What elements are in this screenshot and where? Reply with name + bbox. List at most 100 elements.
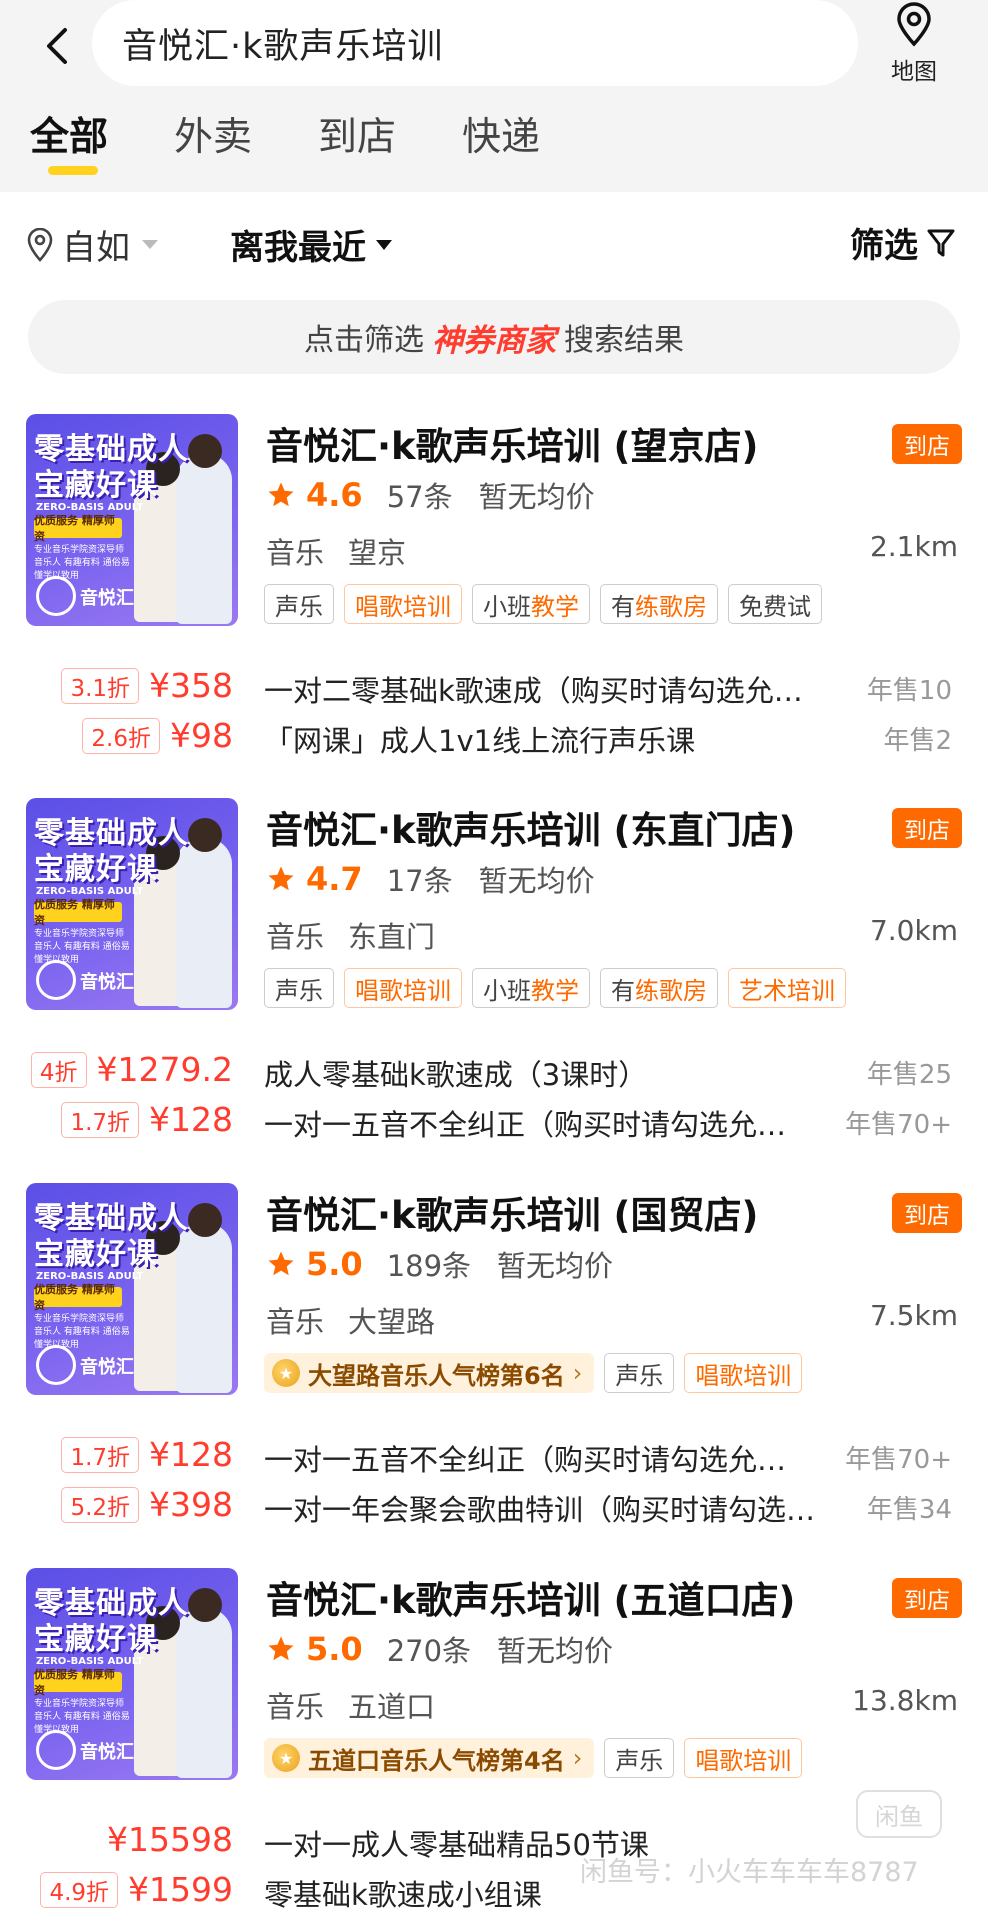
shop-tag: 声乐 <box>604 1353 675 1393</box>
tag-row: 声乐 唱歌培训 小班 教学有练歌房 艺术培训 <box>264 968 856 1008</box>
deal-price-block: ¥15598 <box>107 1820 233 1859</box>
shop-distance: 13.8km <box>852 1684 958 1717</box>
search-query: 音悦汇·k歌声乐培训 <box>122 26 444 67</box>
chevron-right-icon: › <box>572 1744 583 1772</box>
rating-row: 4.6 57条 暂无均价 <box>266 474 595 516</box>
deal-title: 「网课」成人1v1线上流行声乐课 <box>264 724 696 758</box>
banner-prefix: 点击筛选 <box>304 323 424 358</box>
brand-logo-icon <box>36 960 76 1000</box>
thumbnail-title-line2: 宝藏好课 <box>34 468 158 503</box>
shop-name[interactable]: 音悦汇·k歌声乐培训 (望京店) <box>266 416 758 470</box>
star-icon <box>268 1251 294 1276</box>
rating-value: 4.7 <box>306 860 363 898</box>
deal-price: ¥15598 <box>107 1820 233 1859</box>
annual-sales: 年售70+ <box>845 1445 952 1475</box>
shop-name[interactable]: 音悦汇·k歌声乐培训 (五道口店) <box>266 1570 795 1624</box>
star-icon <box>268 1636 294 1661</box>
tab-in-store[interactable]: 到店 <box>318 110 396 180</box>
thumbnail-title-line2: 宝藏好课 <box>34 852 158 887</box>
coupon-merchant-banner[interactable]: 点击筛选 神券商家 搜索结果 <box>28 300 960 374</box>
shop-area: 五道口 <box>348 1690 436 1724</box>
thumbnail-tag: 优质服务 精厚师资 <box>34 1283 122 1312</box>
category-row: 音乐 望京 <box>266 530 406 572</box>
tab-all[interactable]: 全部 <box>30 110 108 180</box>
rating-value: 5.0 <box>306 1630 363 1668</box>
shop-tag: 艺术培训 <box>728 968 846 1008</box>
shop-thumbnail[interactable]: 零基础成人 宝藏好课 ZERO-BASIS ADULT 优质服务 精厚师资 专业… <box>26 1183 238 1395</box>
deal-row[interactable]: 3.1折 ¥358 一对二零基础k歌速成（购买时请勾选允… 年售10 <box>0 666 988 716</box>
category-row: 音乐 五道口 <box>266 1684 435 1726</box>
deal-price-block: 3.1折 ¥358 <box>61 666 233 705</box>
tag-text: 唱歌培训 <box>355 976 451 1005</box>
thumbnail-logo-text: 音悦汇 <box>80 588 134 609</box>
thumbnail-figure-head <box>188 434 222 468</box>
map-label: 地图 <box>891 59 937 85</box>
shop-tag: 有练歌房 <box>600 968 718 1008</box>
banner-brand: 神券商家 <box>432 322 556 359</box>
search-input[interactable]: 音悦汇·k歌声乐培训 <box>92 0 858 86</box>
rating-value: 5.0 <box>306 1245 363 1283</box>
funnel-icon <box>927 229 955 256</box>
popularity-rank-tag[interactable]: ★ 五道口音乐人气榜第4名 › <box>264 1738 595 1778</box>
map-button[interactable]: 地图 <box>884 2 944 90</box>
caret-down-icon <box>376 239 392 250</box>
shop-thumbnail[interactable]: 零基础成人 宝藏好课 ZERO-BASIS ADULT 优质服务 精厚师资 专业… <box>26 414 238 626</box>
deal-row[interactable]: 1.7折 ¥128 一对一五音不全纠正（购买时请勾选允… 年售70+ <box>0 1100 988 1150</box>
medal-icon: ★ <box>272 1744 300 1772</box>
average-price: 暂无均价 <box>497 1634 614 1668</box>
thumbnail-figure-head <box>188 1203 222 1237</box>
tab-takeout[interactable]: 外卖 <box>174 110 252 180</box>
deal-row[interactable]: 4折 ¥1279.2 成人零基础k歌速成（3课时） 年售25 <box>0 1050 988 1100</box>
thumbnail-logo-text: 音悦汇 <box>80 972 134 993</box>
tab-delivery[interactable]: 快递 <box>462 110 540 180</box>
deal-price: ¥1599 <box>128 1870 233 1909</box>
popularity-rank-tag[interactable]: ★ 大望路音乐人气榜第6名 › <box>264 1353 595 1393</box>
screen-filter-button[interactable]: 筛选 <box>850 218 956 267</box>
back-button[interactable] <box>30 20 82 72</box>
discount-badge: 2.6折 <box>82 717 160 754</box>
in-store-badge: 到店 <box>892 1193 962 1233</box>
tag-text: 唱歌培训 <box>695 1361 792 1390</box>
discount-badge: 4折 <box>30 1051 87 1088</box>
tag-prefix: 小班 <box>483 976 531 1005</box>
shop-card[interactable]: 零基础成人 宝藏好课 ZERO-BASIS ADULT 优质服务 精厚师资 专业… <box>0 798 988 1183</box>
shop-card[interactable]: 零基础成人 宝藏好课 ZERO-BASIS ADULT 优质服务 精厚师资 专业… <box>0 1183 988 1568</box>
average-price: 暂无均价 <box>478 864 595 898</box>
brand-logo-icon <box>36 1345 76 1385</box>
thumbnail-logo-text: 音悦汇 <box>80 1742 134 1763</box>
chevron-right-icon: › <box>572 1359 583 1387</box>
shop-thumbnail[interactable]: 零基础成人 宝藏好课 ZERO-BASIS ADULT 优质服务 精厚师资 专业… <box>26 798 238 1010</box>
review-count: 57条 <box>386 480 453 514</box>
deal-row[interactable]: 5.2折 ¥398 一对一年会聚会歌曲特训（购买时请勾选… 年售34 <box>0 1485 988 1535</box>
deal-price-block: 4折 ¥1279.2 <box>30 1050 233 1089</box>
deal-price: ¥358 <box>149 666 233 705</box>
location-filter[interactable]: 自如 <box>26 220 158 269</box>
filter-bar: 自如 离我最近 筛选 <box>0 192 988 292</box>
shop-name[interactable]: 音悦汇·k歌声乐培训 (东直门店) <box>266 800 795 854</box>
thumbnail-tag: 优质服务 精厚师资 <box>34 514 122 543</box>
shop-distance: 2.1km <box>869 530 958 563</box>
map-pin-icon <box>897 2 931 47</box>
category-row: 音乐 大望路 <box>266 1299 435 1341</box>
shop-card[interactable]: 零基础成人 宝藏好课 ZERO-BASIS ADULT 优质服务 精厚师资 专业… <box>0 414 988 799</box>
shop-thumbnail[interactable]: 零基础成人 宝藏好课 ZERO-BASIS ADULT 优质服务 精厚师资 专业… <box>26 1568 238 1780</box>
tag-text: 唱歌培训 <box>355 592 451 621</box>
shop-distance: 7.5km <box>869 1299 958 1332</box>
tag-row: ★ 大望路音乐人气榜第6名 › 声乐 唱歌培训 <box>264 1353 812 1393</box>
banner-suffix: 搜索结果 <box>564 323 684 358</box>
active-tab-indicator <box>48 166 98 175</box>
watermark: 闲鱼号：小火车车车车8787 <box>580 1857 919 1888</box>
tag-row: 声乐 唱歌培训 小班 教学有练歌房 免费试 <box>264 584 832 624</box>
shop-tag: 小班 教学 <box>472 584 590 624</box>
rating-row: 5.0 189条 暂无均价 <box>266 1243 613 1285</box>
deal-price-block: 1.7折 ¥128 <box>61 1100 233 1139</box>
shop-name[interactable]: 音悦汇·k歌声乐培训 (国贸店) <box>266 1185 758 1239</box>
shop-tag: 有练歌房 <box>600 584 718 624</box>
sort-filter[interactable]: 离我最近 <box>230 220 392 269</box>
shop-tag: 声乐 <box>264 968 334 1008</box>
deal-row[interactable]: 2.6折 ¥98 「网课」成人1v1线上流行声乐课 年售2 <box>0 716 988 766</box>
deal-row[interactable]: 1.7折 ¥128 一对一五音不全纠正（购买时请勾选允… 年售70+ <box>0 1435 988 1485</box>
rating-value: 4.6 <box>306 476 363 514</box>
category-row: 音乐 东直门 <box>266 914 435 956</box>
shop-tag: 声乐 <box>264 584 334 624</box>
